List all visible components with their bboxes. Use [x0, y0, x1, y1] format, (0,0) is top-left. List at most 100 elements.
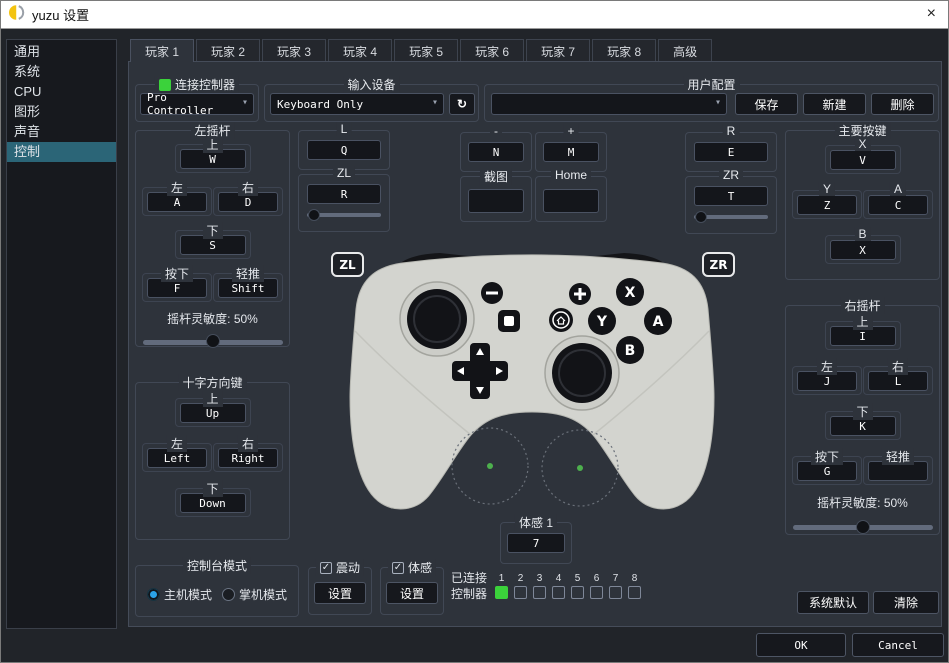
minus-button[interactable]: N: [468, 142, 524, 162]
controller3-checkbox[interactable]: [533, 586, 547, 600]
profile-dropdown[interactable]: ▾: [491, 93, 727, 115]
connected-label-line1: 已连接: [451, 571, 488, 585]
controller7-checkbox[interactable]: [609, 586, 623, 600]
sidebar-item-system[interactable]: 系统: [7, 62, 116, 82]
input-device-label: 输入设备: [343, 76, 400, 93]
zr-label: ZR: [719, 168, 743, 182]
ok-button[interactable]: OK: [756, 633, 846, 657]
connect-controller-checkbox[interactable]: [158, 78, 171, 91]
slider-handle[interactable]: [694, 210, 707, 223]
console-mode-title: 控制台模式: [182, 557, 252, 574]
capture-button[interactable]: [468, 189, 524, 213]
a-button-graphic: A: [644, 307, 672, 335]
tab-advanced[interactable]: 高级: [658, 39, 713, 62]
profile-new-button[interactable]: 新建: [803, 93, 866, 115]
home-button[interactable]: [543, 189, 599, 213]
tab-player1[interactable]: 玩家 1: [130, 39, 195, 62]
input-device-dropdown[interactable]: Keyboard Only ▾: [270, 93, 444, 115]
sidebar-item-controls[interactable]: 控制: [7, 142, 116, 162]
right-stick-down-label: 下: [852, 403, 873, 420]
plus-button-graphic: [569, 283, 591, 305]
profile-delete-button[interactable]: 删除: [871, 93, 934, 115]
controller4-checkbox[interactable]: [552, 586, 566, 600]
controller-type-dropdown[interactable]: Pro Controller ▾: [140, 91, 254, 117]
right-stick-sensitivity-slider[interactable]: [792, 520, 933, 534]
chevron-down-icon: ▾: [714, 97, 721, 108]
motion-toggle-group: ✓ 体感 设置: [380, 559, 444, 615]
home-button-group: Home: [535, 168, 607, 222]
controller8-checkbox[interactable]: [628, 586, 642, 600]
motion-checkbox[interactable]: ✓: [391, 561, 404, 574]
close-icon[interactable]: ×: [927, 5, 936, 23]
zr-button-group: ZR T: [685, 168, 777, 234]
controller5-checkbox[interactable]: [571, 586, 585, 600]
handheld-mode-label: 掌机模式: [239, 587, 288, 602]
face-buttons-group: 主要按键 X V Y Z A C B X: [785, 122, 940, 280]
zr-button[interactable]: T: [694, 186, 768, 206]
settings-category-list: 通用 系统 CPU 图形 声音 控制: [6, 39, 117, 629]
left-stick-sensitivity-slider[interactable]: [142, 333, 283, 348]
left-stick-sensitivity-label: 摇杆灵敏度: 50%: [167, 312, 258, 326]
clear-button[interactable]: 清除: [873, 591, 939, 614]
sidebar-item-audio[interactable]: 声音: [7, 122, 116, 142]
zl-threshold-slider[interactable]: [307, 208, 381, 221]
yuzu-logo-icon: [9, 4, 26, 26]
left-stick-down-label: 下: [202, 222, 223, 239]
vibration-checkbox[interactable]: ✓: [319, 561, 332, 574]
controller6-checkbox[interactable]: [590, 586, 604, 600]
connect-controller-label: 连接控制器: [174, 78, 236, 92]
plus-button-group: + M: [535, 124, 607, 172]
minus-button-group: - N: [460, 124, 532, 172]
right-stick-title: 右摇杆: [840, 297, 885, 314]
handheld-mode-radio[interactable]: [222, 587, 235, 601]
sidebar-item-cpu[interactable]: CPU: [7, 82, 116, 102]
y-binding-button[interactable]: Z: [797, 195, 857, 215]
tab-player3[interactable]: 玩家 3: [262, 39, 327, 62]
slider-handle[interactable]: [855, 520, 870, 534]
tab-player8[interactable]: 玩家 8: [592, 39, 657, 62]
motion-settings-button[interactable]: 设置: [386, 582, 438, 604]
r-button[interactable]: E: [694, 142, 768, 162]
tab-player7[interactable]: 玩家 7: [526, 39, 591, 62]
refresh-devices-button[interactable]: ↻: [449, 93, 475, 115]
right-stick-group: 右摇杆 上 I 左 J 右 L 下 K 按下 G 轻推 摇杆灵敏度: 50%: [785, 297, 940, 535]
plus-button[interactable]: M: [543, 142, 599, 162]
motion1-button[interactable]: 7: [507, 533, 565, 553]
sidebar-item-graphics[interactable]: 图形: [7, 102, 116, 122]
tab-player4[interactable]: 玩家 4: [328, 39, 393, 62]
y-button-graphic: Y: [588, 307, 616, 335]
vibration-label: 震动: [335, 561, 361, 575]
profile-save-button[interactable]: 保存: [735, 93, 798, 115]
controller2-checkbox[interactable]: [514, 586, 528, 600]
restore-defaults-button[interactable]: 系统默认: [797, 591, 869, 614]
right-stick-up-label: 上: [852, 313, 873, 330]
titlebar: yuzu 设置 ×: [1, 1, 948, 29]
connected-label-line2: 控制器: [451, 587, 488, 602]
left-stick-left-label: 左: [166, 179, 188, 196]
svg-text:Y: Y: [596, 314, 608, 330]
b-button-graphic: B: [616, 336, 644, 364]
dpad-up-label: 上: [202, 390, 223, 407]
a-button-label: A: [889, 182, 907, 196]
l-button[interactable]: Q: [307, 140, 381, 160]
left-stick-graphic: [399, 281, 475, 357]
zr-threshold-slider[interactable]: [694, 210, 768, 223]
controller1-checkbox[interactable]: [495, 586, 509, 600]
slider-handle[interactable]: [205, 333, 220, 348]
cancel-button[interactable]: Cancel: [852, 633, 944, 657]
tab-player2[interactable]: 玩家 2: [196, 39, 261, 62]
b-binding-button[interactable]: X: [829, 240, 896, 260]
zl-button[interactable]: R: [307, 184, 381, 204]
slider-handle[interactable]: [307, 208, 320, 221]
connected-controllers: 已连接 控制器 1 2 3 4 5 6 7 8: [451, 570, 643, 602]
vibration-settings-button[interactable]: 设置: [314, 582, 366, 604]
sidebar-item-general[interactable]: 通用: [7, 42, 116, 62]
a-binding-button[interactable]: C: [868, 195, 928, 215]
tab-player6[interactable]: 玩家 6: [460, 39, 525, 62]
x-binding-button[interactable]: V: [829, 150, 896, 170]
docked-mode-radio[interactable]: [146, 587, 160, 601]
motion1-group: 体感 1 7: [500, 514, 572, 564]
dpad-left-label: 左: [166, 435, 188, 452]
tab-player5[interactable]: 玩家 5: [394, 39, 459, 62]
right-stick-left-label: 左: [816, 358, 838, 375]
